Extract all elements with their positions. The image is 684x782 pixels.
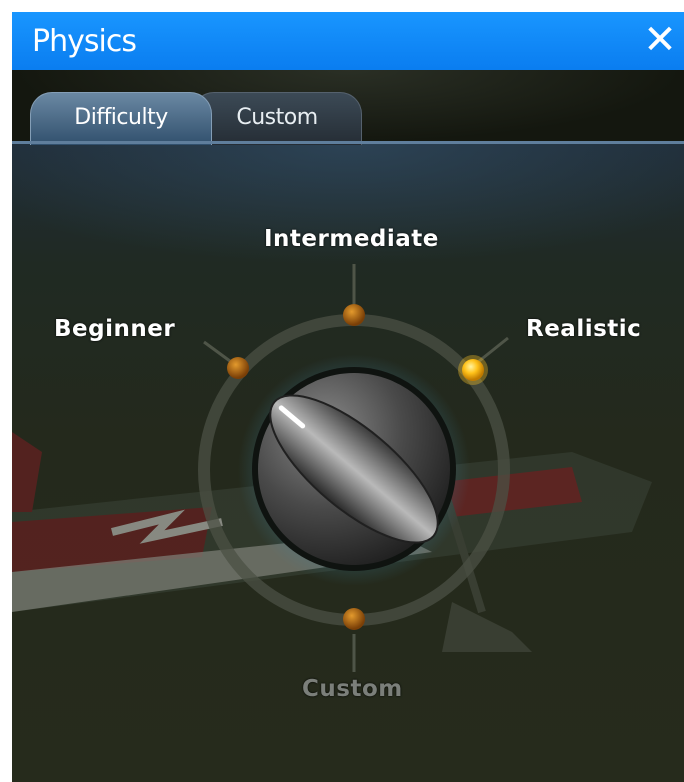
tab-underline xyxy=(12,141,684,144)
option-intermediate[interactable]: Intermediate xyxy=(264,226,439,252)
indicator-beginner xyxy=(227,357,249,379)
option-realistic[interactable]: Realistic xyxy=(526,316,641,342)
option-custom[interactable]: Custom xyxy=(302,676,403,702)
physics-window: Physics ✕ Custom Difficulty Intermediate… xyxy=(12,12,684,782)
option-beginner[interactable]: Beginner xyxy=(54,316,175,342)
tab-custom[interactable]: Custom xyxy=(192,92,362,145)
indicator-realistic xyxy=(462,359,484,381)
indicator-intermediate xyxy=(343,304,365,326)
indicator-custom xyxy=(343,608,365,630)
tab-difficulty[interactable]: Difficulty xyxy=(30,92,212,145)
